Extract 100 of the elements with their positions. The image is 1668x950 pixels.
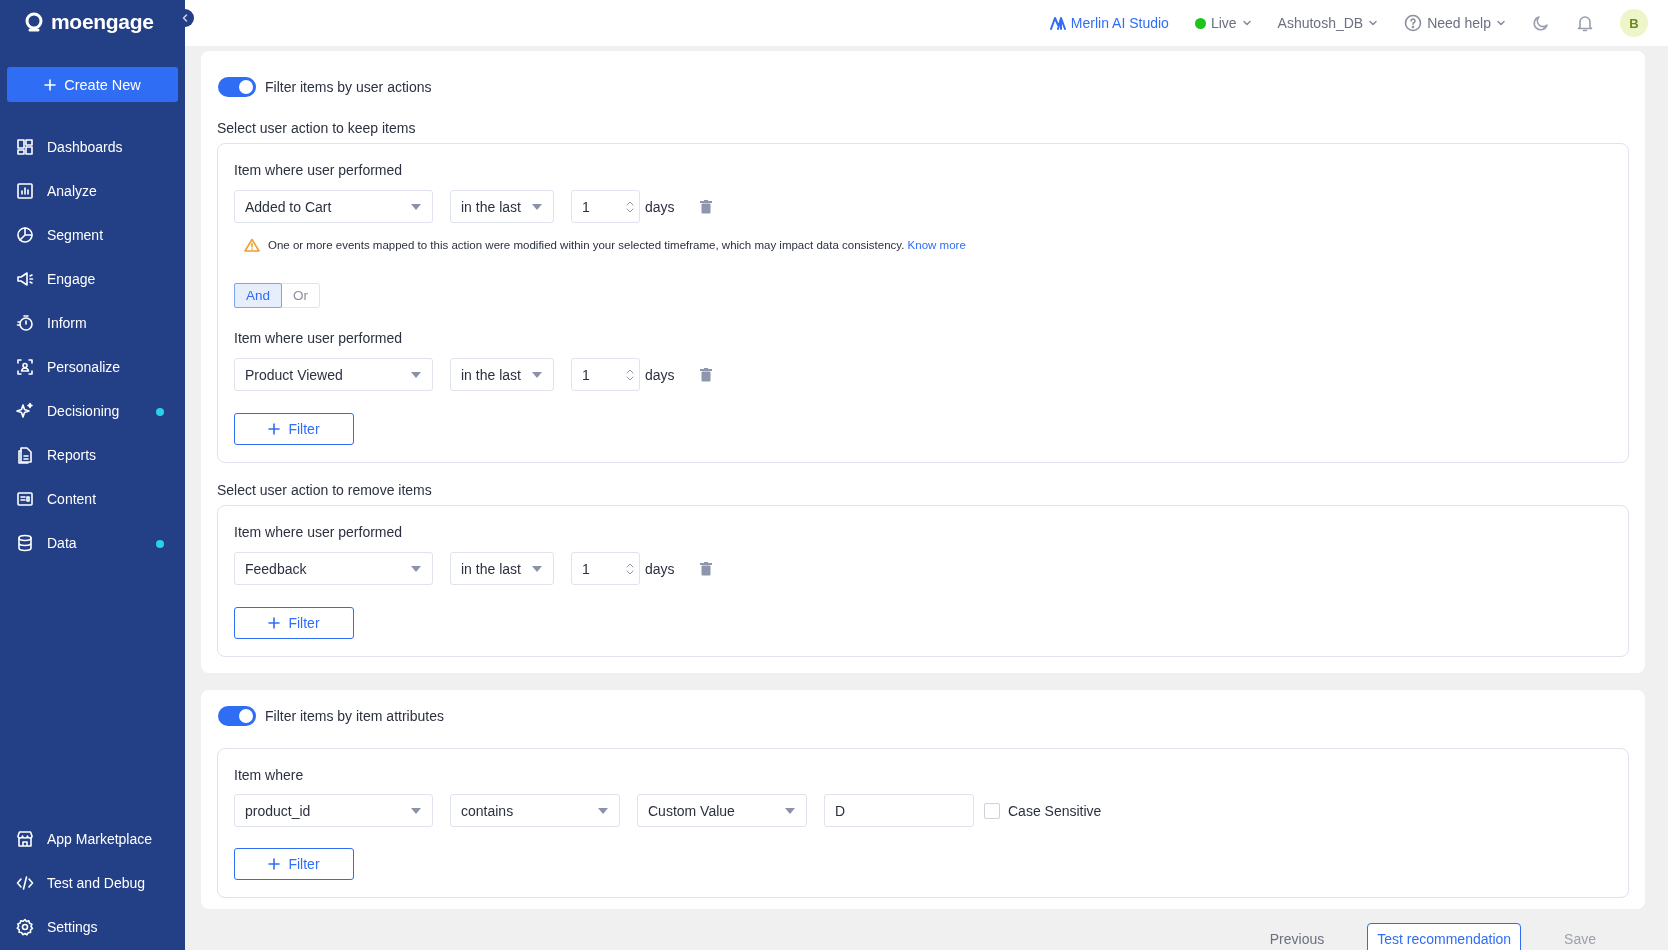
field-label: Item where user performed (234, 330, 404, 346)
know-more-link[interactable]: Know more (907, 239, 966, 251)
field-label: Item where user performed (234, 524, 404, 540)
caret-down-icon (532, 565, 542, 572)
sidebar-item[interactable]: Test and Debug (7, 861, 178, 905)
sidebar-item[interactable]: Engage (7, 257, 178, 301)
dropdown[interactable]: Custom Value (637, 794, 807, 827)
workspace-dropdown[interactable]: Ashutosh_DB (1277, 15, 1379, 31)
dark-mode-button[interactable] (1532, 14, 1550, 32)
add-filter-button[interactable]: Filter (234, 413, 354, 445)
add-filter-button[interactable]: Filter (234, 607, 354, 639)
section-label: Select user action to remove items (217, 482, 433, 498)
delete-button[interactable] (699, 367, 712, 382)
sidebar-item[interactable]: Reports (7, 433, 178, 477)
plus-icon (268, 617, 281, 629)
environment-dropdown[interactable]: Live (1194, 15, 1252, 31)
settings-icon (16, 918, 34, 936)
person-frame-icon (16, 358, 34, 376)
stopwatch-icon (16, 314, 34, 332)
unit-label: days (645, 366, 675, 383)
field-label: Item where (234, 767, 304, 783)
chevron-left-icon (180, 13, 190, 23)
logo: moengage (51, 10, 154, 34)
toggle-switch[interactable] (218, 77, 256, 97)
create-new-button[interactable]: Create New (7, 67, 178, 102)
logic-option[interactable]: And (234, 283, 283, 308)
trash-icon (699, 367, 712, 382)
toggle-switch[interactable] (218, 706, 256, 726)
caret-down-icon (532, 371, 542, 378)
sidebar-item[interactable]: App Marketplace (7, 817, 178, 861)
pie-chart-icon (16, 226, 34, 244)
warning-message: One or more events mapped to this action were modified within your selected timeframe, which may impact data consistency. Know more (268, 239, 966, 251)
delete-button[interactable] (699, 561, 712, 576)
sidebar-item[interactable]: Content (7, 477, 178, 521)
chevron-down-icon (1241, 18, 1252, 28)
stepper-icon (626, 561, 634, 576)
field-label: Item where user performed (234, 162, 404, 178)
caret-down-icon (411, 371, 421, 378)
checkbox[interactable] (984, 802, 1000, 819)
help-dropdown[interactable]: Need help (1404, 14, 1506, 32)
trash-icon (699, 561, 712, 576)
code-icon (16, 874, 34, 892)
section-label: Select user action to keep items (217, 120, 417, 136)
sidebar-item[interactable]: Analyze (7, 169, 178, 213)
logo-icon (24, 12, 44, 32)
toggle-label: Filter items by user actions (265, 79, 432, 95)
checkbox-label: Case Sensitive (1008, 802, 1102, 819)
add-filter-button[interactable]: Filter (234, 848, 354, 880)
grid-icon (16, 138, 34, 156)
number-field[interactable]: 1 (571, 190, 640, 223)
sidebar-item[interactable]: Data (7, 521, 178, 565)
bar-chart-icon (16, 182, 34, 200)
caret-down-icon (598, 807, 608, 814)
plus-icon (44, 78, 57, 91)
sidebar-item[interactable]: Dashboards (7, 125, 178, 169)
unit-label: days (645, 198, 675, 215)
test-recommendation-button[interactable]: Test recommendation (1367, 922, 1522, 950)
caret-down-icon (411, 203, 421, 210)
caret-down-icon (532, 203, 542, 210)
dropdown[interactable]: product_id (234, 794, 433, 827)
stepper-icon (626, 199, 634, 214)
trash-icon (699, 199, 712, 214)
number-field[interactable]: 1 (571, 358, 640, 391)
plus-icon (268, 858, 281, 870)
storefront-icon (16, 830, 34, 848)
dropdown[interactable]: in the last (450, 552, 554, 585)
moon-icon (1532, 14, 1550, 32)
dropdown[interactable]: contains (450, 794, 620, 827)
layout-icon (16, 490, 34, 508)
documents-icon (16, 446, 34, 464)
caret-down-icon (411, 807, 421, 814)
notifications-button[interactable] (1576, 14, 1594, 32)
ai-studio-link[interactable]: Merlin AI Studio (1049, 15, 1169, 31)
sidebar-item[interactable]: Inform (7, 301, 178, 345)
stepper-icon (626, 367, 634, 382)
sidebar-item[interactable]: Segment (7, 213, 178, 257)
caret-down-icon (785, 807, 795, 814)
chevron-down-icon (1368, 18, 1379, 28)
dropdown[interactable]: in the last (450, 358, 554, 391)
sidebar-item[interactable]: Decisioning (7, 389, 178, 433)
sidebar-item[interactable]: Settings (7, 905, 178, 949)
plus-icon (268, 423, 281, 435)
dropdown[interactable]: Feedback (234, 552, 433, 585)
megaphone-icon (16, 270, 34, 288)
value-field[interactable]: D (824, 794, 974, 827)
previous-button[interactable]: Previous (1260, 922, 1334, 950)
sparkle-icon (16, 402, 34, 420)
sparkle-letters-icon (1049, 16, 1066, 30)
chevron-down-icon (1496, 18, 1506, 28)
help-icon (1404, 14, 1423, 32)
caret-down-icon (411, 565, 421, 572)
bell-icon (1576, 14, 1594, 32)
dropdown[interactable]: Added to Cart (234, 190, 433, 223)
sidebar-item[interactable]: Personalize (7, 345, 178, 389)
toggle-label: Filter items by item attributes (265, 708, 444, 724)
dropdown[interactable]: Product Viewed (234, 358, 433, 391)
database-icon (16, 534, 34, 552)
number-field[interactable]: 1 (571, 552, 640, 585)
dropdown[interactable]: in the last (450, 190, 554, 223)
delete-button[interactable] (699, 199, 712, 214)
